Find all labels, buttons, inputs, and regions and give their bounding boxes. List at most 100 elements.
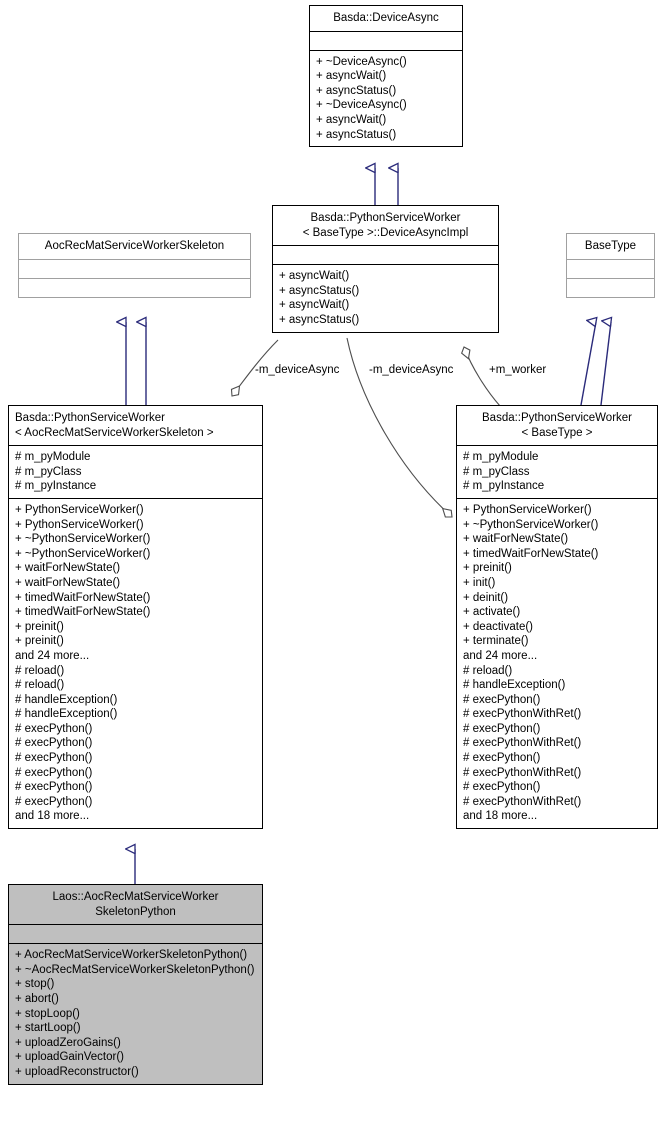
operation-row: + timedWaitForNewState()	[15, 606, 151, 619]
operations-compartment-skeleton	[19, 279, 250, 297]
operation-row: + waitForNewState()	[463, 533, 569, 546]
operation-row: # handleException()	[463, 679, 566, 692]
attribute-row: # m_pyClass	[463, 465, 530, 478]
operation-row: + asyncWait()	[316, 70, 387, 83]
operation-row: + asyncWait()	[279, 270, 350, 283]
attribute-row: # m_pyInstance	[463, 480, 545, 493]
operation-row: + ~DeviceAsync()	[316, 99, 407, 112]
operation-row: + preinit()	[15, 635, 64, 648]
operations-compartment-psw-basetype: + PythonServiceWorker() + ~PythonService…	[457, 499, 657, 828]
operations-compartment-basetype	[567, 279, 654, 297]
operation-row: # handleException()	[15, 708, 118, 721]
class-box-laos-aocrecmatserviceworkerskeletonpython[interactable]: Laos::AocRecMatServiceWorker SkeletonPyt…	[8, 884, 263, 1085]
attributes-compartment-psw-skeleton: # m_pyModule # m_pyClass # m_pyInstance	[9, 446, 262, 498]
operation-row: # execPython()	[15, 795, 93, 808]
operation-row: # handleException()	[15, 693, 118, 706]
operation-row: and 18 more...	[15, 810, 90, 823]
operation-row: + timedWaitForNewState()	[463, 547, 599, 560]
operation-row: + asyncStatus()	[316, 128, 397, 141]
operation-row: # execPython()	[463, 781, 541, 794]
class-title-psw-skeleton: Basda::PythonServiceWorker < AocRecMatSe…	[15, 412, 214, 439]
edge-generalization-pswskeleton-to-skeleton	[126, 322, 147, 405]
operation-row: # execPythonWithRet()	[463, 708, 582, 721]
operation-row: # execPython()	[15, 722, 93, 735]
operation-row: # execPythonWithRet()	[463, 766, 582, 779]
operation-row: # execPython()	[15, 737, 93, 750]
operation-row: # execPython()	[463, 752, 541, 765]
operation-row: + preinit()	[15, 620, 64, 633]
attributes-compartment-basetype	[567, 260, 654, 278]
operation-row: + preinit()	[463, 562, 512, 575]
operation-row: + asyncWait()	[279, 299, 350, 312]
operation-row: + deinit()	[463, 591, 509, 604]
operation-row: # execPython()	[15, 781, 93, 794]
operation-row: # reload()	[15, 679, 65, 692]
attributes-compartment-deviceasyncimpl	[273, 246, 498, 264]
operation-row: # execPythonWithRet()	[463, 795, 582, 808]
operation-row: # execPython()	[463, 722, 541, 735]
operation-row: + asyncStatus()	[279, 313, 360, 326]
attribute-row: # m_pyInstance	[15, 480, 97, 493]
operation-row: + activate()	[463, 606, 521, 619]
operation-row: + stop()	[15, 978, 55, 991]
class-title-aocrecmatserviceworkerskeleton: AocRecMatServiceWorkerSkeleton	[44, 240, 225, 252]
attribute-row: # m_pyModule	[15, 451, 91, 464]
operation-row: and 24 more...	[15, 649, 90, 662]
attributes-compartment-psw-basetype: # m_pyModule # m_pyClass # m_pyInstance	[457, 446, 657, 498]
operations-compartment-deviceasyncimpl: + asyncWait() + asyncStatus() + asyncWai…	[273, 265, 498, 331]
operation-row: + deactivate()	[463, 620, 533, 633]
attribute-row: # m_pyModule	[463, 451, 539, 464]
operation-row: + ~DeviceAsync()	[316, 55, 407, 68]
class-title-basetype: BaseType	[584, 240, 637, 252]
edge-label-m-deviceasync-middle: -m_deviceAsync	[369, 364, 454, 376]
operation-row: # execPythonWithRet()	[463, 737, 582, 750]
operation-row: + asyncWait()	[316, 113, 387, 126]
operation-row: + ~PythonServiceWorker()	[463, 518, 599, 531]
class-box-basda-deviceasync[interactable]: Basda::DeviceAsync + ~DeviceAsync() + as…	[309, 5, 463, 148]
attributes-compartment-laos	[9, 925, 262, 943]
edge-generalization-pswbasetype-to-basetype	[580, 322, 611, 406]
operation-row: + PythonServiceWorker()	[15, 518, 144, 531]
class-box-psw-basetype[interactable]: Basda::PythonServiceWorker < BaseType > …	[456, 405, 658, 830]
class-box-aocrecmatserviceworkerskeleton[interactable]: AocRecMatServiceWorkerSkeleton	[18, 233, 251, 298]
operation-row: + PythonServiceWorker()	[463, 503, 592, 516]
class-box-psw-skeleton[interactable]: Basda::PythonServiceWorker < AocRecMatSe…	[8, 405, 263, 830]
operation-row: # reload()	[15, 664, 65, 677]
attributes-compartment-basda-deviceasync	[310, 32, 462, 50]
operation-row: + ~AocRecMatServiceWorkerSkeletonPython(…	[15, 963, 255, 976]
operation-row: + ~PythonServiceWorker()	[15, 533, 151, 546]
class-box-basetype[interactable]: BaseType	[566, 233, 655, 298]
operation-row: + ~PythonServiceWorker()	[15, 547, 151, 560]
operation-row: + waitForNewState()	[15, 562, 121, 575]
uml-class-diagram: Basda::DeviceAsync + ~DeviceAsync() + as…	[0, 0, 665, 1127]
operation-row: + init()	[463, 576, 496, 589]
operation-row: # execPython()	[15, 766, 93, 779]
class-title-basda-deviceasync: Basda::DeviceAsync	[333, 12, 439, 24]
class-box-deviceasyncimpl[interactable]: Basda::PythonServiceWorker < BaseType >:…	[272, 205, 499, 333]
operation-row: and 18 more...	[463, 810, 538, 823]
operation-row: + uploadGainVector()	[15, 1051, 124, 1064]
operation-row: + startLoop()	[15, 1022, 81, 1035]
operation-row: + timedWaitForNewState()	[15, 591, 151, 604]
operation-row: + PythonServiceWorker()	[15, 503, 144, 516]
operation-row: + asyncStatus()	[279, 284, 360, 297]
operations-compartment-laos: + AocRecMatServiceWorkerSkeletonPython()…	[9, 944, 262, 1083]
edge-aggregation-m-worker	[461, 346, 501, 407]
attribute-row: # m_pyClass	[15, 465, 82, 478]
edge-label-m-deviceasync-left: -m_deviceAsync	[255, 364, 340, 376]
operation-row: # execPython()	[15, 752, 93, 765]
operation-row: + asyncStatus()	[316, 84, 397, 97]
operation-row: + uploadReconstructor()	[15, 1065, 139, 1078]
operation-row: + terminate()	[463, 635, 529, 648]
class-title-laos-skeletonpython: Laos::AocRecMatServiceWorker SkeletonPyt…	[52, 891, 219, 918]
operation-row: + stopLoop()	[15, 1007, 80, 1020]
operations-compartment-basda-deviceasync: + ~DeviceAsync() + asyncWait() + asyncSt…	[310, 51, 462, 147]
operation-row: and 24 more...	[463, 649, 538, 662]
operation-row: + waitForNewState()	[15, 576, 121, 589]
class-title-psw-basetype: Basda::PythonServiceWorker < BaseType >	[482, 412, 632, 439]
operation-row: + uploadZeroGains()	[15, 1036, 121, 1049]
operation-row: # execPython()	[463, 693, 541, 706]
edge-generalization-deviceasyncimpl-to-deviceasync	[375, 168, 399, 205]
operation-row: + abort()	[15, 992, 59, 1005]
operation-row: # reload()	[463, 664, 513, 677]
